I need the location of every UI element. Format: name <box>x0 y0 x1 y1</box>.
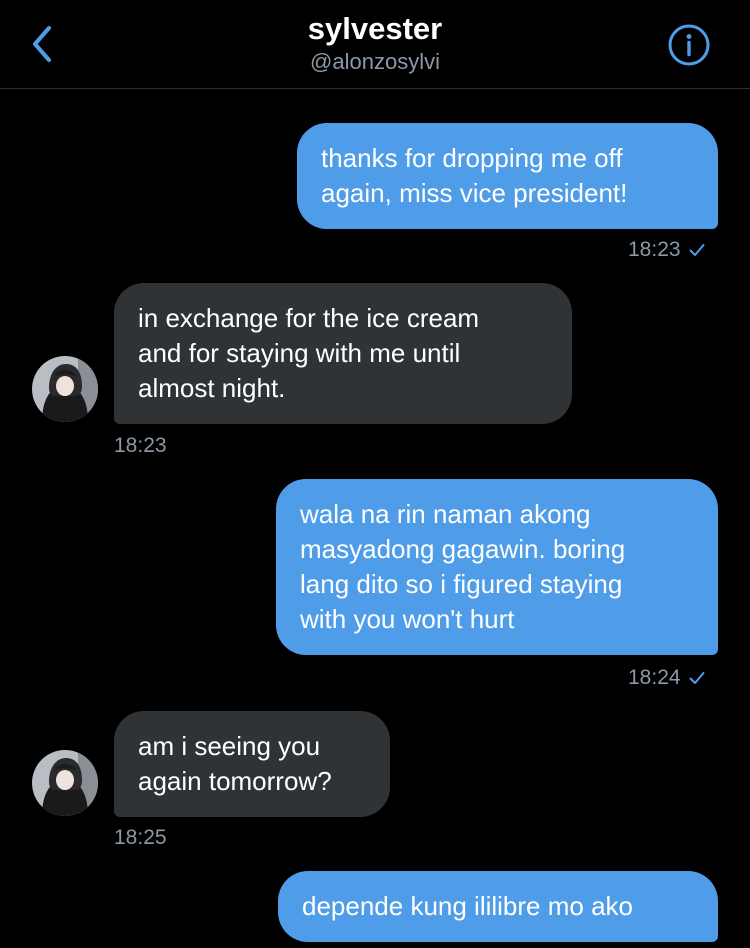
message-meta: 18:23 <box>114 434 167 458</box>
avatar[interactable] <box>32 750 98 816</box>
conversation-handle: @alonzosylvi <box>310 49 440 74</box>
avatar[interactable] <box>32 356 98 422</box>
message-timestamp: 18:24 <box>628 666 681 689</box>
message-line: depende kung ililibre mo ako <box>302 891 633 921</box>
message-line: almost night. <box>138 373 286 403</box>
message-timestamp: 18:25 <box>114 826 167 849</box>
message-line: in exchange for the ice cream <box>138 303 480 333</box>
message-meta: 18:24 <box>628 666 705 690</box>
message-line: again, miss vice president! <box>321 178 628 208</box>
message-line: and for staying with me until <box>138 338 461 368</box>
message-line: lang dito so i figured staying <box>300 569 623 599</box>
check-icon <box>689 244 705 256</box>
message-bubble-outgoing[interactable]: depende kung ililibre mo ako <box>278 871 718 942</box>
message-line: am i seeing you <box>138 731 321 761</box>
message-bubble-outgoing[interactable]: thanks for dropping me off again, miss v… <box>297 123 718 229</box>
message-line: wala na rin naman akong <box>300 499 591 529</box>
message-bubble-incoming[interactable]: am i seeing you again tomorrow? <box>114 711 390 817</box>
message-line: masyadong gagawin. boring <box>300 534 626 564</box>
info-button[interactable] <box>666 22 712 68</box>
message-line: with you won't hurt <box>300 604 515 634</box>
conversation-title: sylvester <box>307 11 443 46</box>
message-line: thanks for dropping me off <box>321 143 623 173</box>
message-timestamp: 18:23 <box>628 238 681 261</box>
message-meta: 18:25 <box>114 826 167 850</box>
conversation-title-block[interactable]: sylvester @alonzosylvi <box>0 10 750 76</box>
info-icon <box>668 24 710 66</box>
message-bubble-outgoing[interactable]: wala na rin naman akong masyadong gagawi… <box>276 479 718 655</box>
conversation-header: sylvester @alonzosylvi <box>0 0 750 89</box>
check-icon <box>689 672 705 684</box>
message-line: again tomorrow? <box>138 766 332 796</box>
message-bubble-incoming[interactable]: in exchange for the ice cream and for st… <box>114 283 572 424</box>
message-timestamp: 18:23 <box>114 434 167 457</box>
message-meta: 18:23 <box>628 238 705 262</box>
